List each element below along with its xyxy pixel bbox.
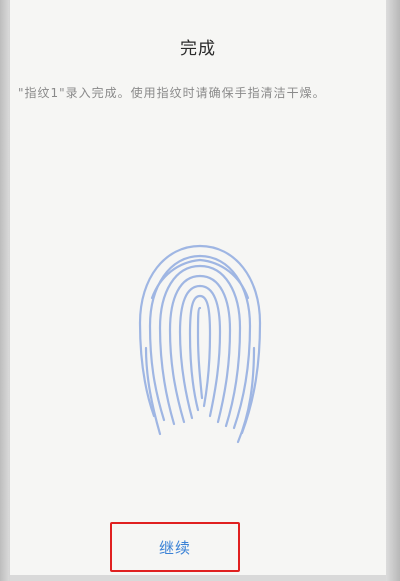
bottom-edge	[10, 575, 386, 581]
page-title: 完成	[180, 39, 216, 59]
continue-button[interactable]: 继续	[110, 522, 240, 572]
device-bezel-left	[0, 0, 10, 581]
continue-button-label: 继续	[158, 538, 191, 557]
enrollment-message: "指纹1"录入完成。使用指纹时请确保手指清洁干燥。	[18, 86, 326, 100]
device-bezel-right	[386, 0, 400, 581]
fingerprint-icon	[138, 244, 262, 444]
fingerprint-enroll-screen: 完成 "指纹1"录入完成。使用指纹时请确保手指清洁干燥。 继续	[10, 0, 386, 581]
